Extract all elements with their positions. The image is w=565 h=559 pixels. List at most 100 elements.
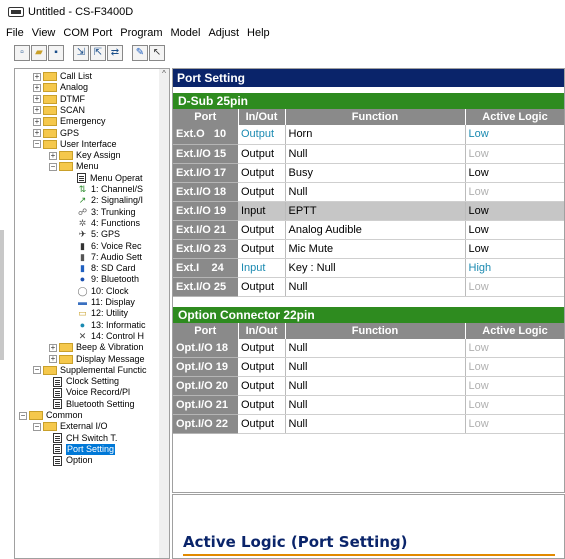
port-row[interactable]: Ext.I/O 25 Output Null Low — [173, 277, 564, 297]
port-row[interactable]: Ext.I/O 17 Output Busy Low — [173, 163, 564, 183]
tree-item[interactable]: ☍ 3: Trunking — [77, 207, 136, 218]
active-logic-cell[interactable]: High — [464, 258, 564, 278]
tree-item[interactable]: − Supplemental Functic — [33, 365, 147, 376]
tree-scrollbar[interactable]: ^ — [159, 69, 169, 558]
tree-item[interactable]: − External I/O — [33, 421, 108, 432]
tree-item[interactable]: ▮ 7: Audio Sett — [77, 252, 142, 263]
tree-item[interactable]: Clock Setting — [53, 376, 119, 387]
tree-item[interactable]: Voice Record/Pl — [53, 387, 130, 398]
active-logic-cell[interactable]: Low — [464, 277, 564, 297]
clone-icon[interactable]: ⇄ — [107, 45, 123, 61]
tree-item[interactable]: ▮ 8: SD Card — [77, 263, 136, 274]
expand-icon[interactable]: + — [49, 151, 57, 160]
tree-item[interactable]: − User Interface — [33, 139, 117, 150]
in-out-cell[interactable]: Output — [238, 163, 286, 183]
in-out-cell[interactable]: Output — [238, 239, 286, 259]
in-out-cell[interactable]: Output — [238, 338, 286, 358]
in-out-cell[interactable]: Output — [238, 395, 286, 415]
cursor-icon[interactable]: ↖ — [149, 45, 165, 61]
function-cell[interactable]: Null — [284, 395, 466, 415]
function-cell[interactable]: Horn — [284, 125, 466, 145]
port-row[interactable]: Ext.I/O 18 Output Null Low — [173, 182, 564, 202]
menu-model[interactable]: Model — [170, 27, 200, 39]
tree-item[interactable]: Menu Operat — [77, 173, 143, 184]
tree-item[interactable]: − Menu — [49, 161, 99, 172]
scroll-up-icon[interactable]: ^ — [159, 69, 169, 79]
port-row[interactable]: Ext.I/O 19 Input EPTT Low — [173, 201, 564, 221]
tree-item[interactable]: ▭ 12: Utility — [77, 308, 128, 319]
tree-item[interactable]: ● 13: Informatic — [77, 320, 146, 331]
port-row[interactable]: Ext.I 24 Input Key : Null High — [173, 258, 564, 278]
active-logic-cell[interactable]: Low — [464, 220, 564, 240]
port-row[interactable]: Opt.I/O 21 Output Null Low — [173, 395, 564, 415]
port-row[interactable]: Opt.I/O 19 Output Null Low — [173, 357, 564, 377]
function-cell[interactable]: Key : Null — [284, 258, 466, 278]
tree-item[interactable]: − Common — [19, 410, 83, 421]
save-icon[interactable]: ▪ — [48, 45, 64, 61]
function-cell[interactable]: Null — [284, 144, 466, 164]
tree-item[interactable]: Port Setting — [53, 443, 116, 455]
tree-item[interactable]: ▮ 6: Voice Rec — [77, 241, 142, 252]
expand-icon[interactable]: + — [33, 83, 41, 92]
tree-item[interactable]: Option — [53, 455, 93, 466]
active-logic-cell[interactable]: Low — [464, 357, 564, 377]
function-cell[interactable]: Null — [284, 414, 466, 434]
active-logic-cell[interactable]: Low — [464, 338, 564, 358]
active-logic-cell[interactable]: Low — [464, 414, 564, 434]
in-out-cell[interactable]: Input — [238, 258, 286, 278]
function-cell[interactable]: Null — [284, 357, 466, 377]
in-out-cell[interactable]: Output — [238, 357, 286, 377]
in-out-cell[interactable]: Output — [238, 182, 286, 202]
menu-adjust[interactable]: Adjust — [208, 27, 239, 39]
function-cell[interactable]: Mic Mute — [284, 239, 466, 259]
tree-item[interactable]: + Emergency — [33, 116, 106, 127]
collapse-icon[interactable]: − — [33, 366, 41, 375]
tree-item[interactable]: ⇅ 1: Channel/S — [77, 184, 143, 195]
open-icon[interactable]: ▰ — [31, 45, 47, 61]
port-row[interactable]: Opt.I/O 22 Output Null Low — [173, 414, 564, 434]
function-cell[interactable]: Analog Audible — [284, 220, 466, 240]
read-radio-icon[interactable]: ⇲ — [73, 45, 89, 61]
expand-icon[interactable]: + — [49, 343, 57, 352]
tree-item[interactable]: + Display Message — [49, 354, 145, 365]
collapse-icon[interactable]: − — [49, 162, 57, 171]
in-out-cell[interactable]: Input — [238, 201, 286, 221]
tree-item[interactable]: ▬ 11: Display — [77, 297, 135, 308]
collapse-icon[interactable]: − — [19, 411, 27, 420]
tree-item[interactable]: + GPS — [33, 128, 79, 139]
tree-item[interactable]: + DTMF — [33, 94, 85, 105]
in-out-cell[interactable]: Output — [238, 376, 286, 396]
tree-item[interactable]: ✈ 5: GPS — [77, 229, 120, 240]
expand-icon[interactable]: + — [49, 355, 57, 363]
port-row[interactable]: Ext.I/O 23 Output Mic Mute Low — [173, 239, 564, 259]
tree-item[interactable]: Bluetooth Setting — [53, 399, 135, 410]
port-row[interactable]: Ext.I/O 15 Output Null Low — [173, 144, 564, 164]
active-logic-cell[interactable]: Low — [464, 201, 564, 221]
port-row[interactable]: Ext.I/O 21 Output Analog Audible Low — [173, 220, 564, 240]
tree-item[interactable]: ✕ 14: Control H — [77, 331, 144, 342]
tree-item[interactable]: + SCAN — [33, 105, 85, 116]
menu-file[interactable]: File — [6, 27, 24, 39]
tree-item[interactable]: ◯ 10: Clock — [77, 286, 128, 297]
menu-program[interactable]: Program — [120, 27, 162, 39]
port-row[interactable]: Opt.I/O 18 Output Null Low — [173, 338, 564, 358]
active-logic-cell[interactable]: Low — [464, 376, 564, 396]
active-logic-cell[interactable]: Low — [464, 182, 564, 202]
tree-item[interactable]: + Call List — [33, 71, 92, 82]
tree-item[interactable]: + Key Assign — [49, 150, 121, 161]
settings-tree[interactable]: ^ + Call List + Analog + DTMF + SCAN + Emergency +… — [14, 68, 170, 559]
expand-icon[interactable]: + — [33, 72, 41, 81]
in-out-cell[interactable]: Output — [238, 144, 286, 164]
function-cell[interactable]: Null — [284, 277, 466, 297]
new-icon[interactable]: ▫ — [14, 45, 30, 61]
collapse-icon[interactable]: − — [33, 140, 41, 149]
tree-item[interactable]: ✲ 4: Functions — [77, 218, 140, 229]
function-cell[interactable]: Null — [284, 182, 466, 202]
port-row[interactable]: Opt.I/O 20 Output Null Low — [173, 376, 564, 396]
function-cell[interactable]: Null — [284, 338, 466, 358]
expand-icon[interactable]: + — [33, 129, 41, 137]
in-out-cell[interactable]: Output — [238, 220, 286, 240]
menu-help[interactable]: Help — [247, 27, 270, 39]
active-logic-cell[interactable]: Low — [464, 239, 564, 259]
write-radio-icon[interactable]: ⇱ — [90, 45, 106, 61]
